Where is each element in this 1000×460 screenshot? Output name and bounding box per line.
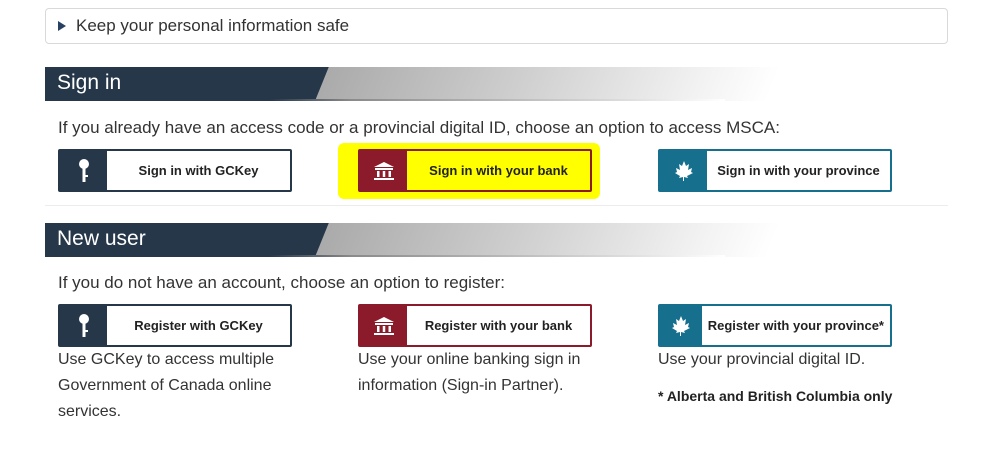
sign-in-gckey-label: Sign in with GCKey — [138, 163, 259, 178]
key-icon — [60, 151, 107, 190]
register-bank-label: Register with your bank — [424, 318, 573, 333]
details-label: Keep your personal information safe — [76, 16, 350, 35]
gckey-description: Use GCKey to access multiple Government … — [58, 351, 275, 420]
sign-in-bank-button[interactable]: Sign in with your bank — [358, 149, 592, 192]
register-province-button[interactable]: Register with your province* — [658, 304, 892, 347]
new-user-title: New user — [57, 227, 146, 250]
expand-triangle-icon — [58, 21, 66, 31]
register-bank-button[interactable]: Register with your bank — [358, 304, 592, 347]
sign-in-province-button[interactable]: Sign in with your province — [658, 149, 892, 192]
new-user-heading: New user — [45, 223, 781, 257]
register-gckey-label: Register with GCKey — [134, 318, 263, 333]
sign-in-heading: Sign in — [45, 67, 781, 101]
bank-icon — [360, 306, 407, 345]
sign-in-intro: If you already have an access code or a … — [58, 118, 780, 137]
section-divider — [45, 205, 948, 206]
key-icon — [60, 306, 107, 345]
province-description: Use your provincial digital ID. — [658, 351, 866, 368]
sign-in-province-label: Sign in with your province — [717, 163, 880, 178]
bank-description: Use your online banking sign in informat… — [358, 351, 581, 394]
province-footnote: * Alberta and British Columbia only — [658, 388, 893, 404]
sign-in-bank-label: Sign in with your bank — [429, 163, 568, 178]
maple-leaf-icon — [660, 151, 707, 190]
sign-in-gckey-button[interactable]: Sign in with GCKey — [58, 149, 292, 192]
register-gckey-button[interactable]: Register with GCKey — [58, 304, 292, 347]
register-province-label: Register with your province* — [707, 318, 884, 333]
maple-leaf-icon — [660, 306, 702, 345]
bank-icon — [360, 151, 407, 190]
new-user-intro: If you do not have an account, choose an… — [58, 273, 506, 292]
sign-in-title: Sign in — [57, 71, 122, 94]
personal-info-details-toggle[interactable]: Keep your personal information safe — [45, 8, 948, 44]
